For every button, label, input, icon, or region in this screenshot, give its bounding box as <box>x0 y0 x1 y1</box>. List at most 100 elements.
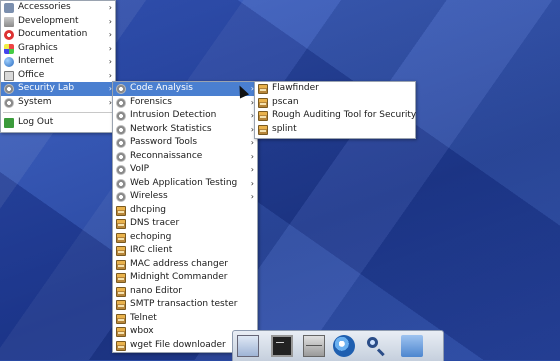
package-icon <box>116 327 126 337</box>
package-icon <box>116 205 126 216</box>
folder-icon[interactable] <box>401 335 423 357</box>
folder-gear-icon <box>116 192 126 202</box>
submenu-item-label: Midnight Commander <box>130 272 228 282</box>
submenu-item-nano-editor[interactable]: nano Editor <box>113 285 257 299</box>
submenu-arrow-icon: › <box>108 3 112 12</box>
submenu-item-label: Password Tools <box>130 137 198 147</box>
folder-gear-icon <box>116 178 126 189</box>
menu-item-security-lab[interactable]: Security Lab › <box>1 82 115 96</box>
menu-separator <box>3 112 113 113</box>
logout-icon <box>4 118 14 128</box>
package-icon <box>116 300 126 310</box>
menu-item-label: System <box>18 96 52 107</box>
submenu-item-label: nano Editor <box>130 285 182 296</box>
submenu-arrow-icon: › <box>108 43 112 53</box>
menu-item-system[interactable]: System › <box>1 96 115 110</box>
code-analysis-submenu: Flawfinder pscan Rough Auditing Tool for… <box>254 81 416 139</box>
submenu-item-dns-tracer[interactable]: DNS tracer <box>113 217 257 231</box>
submenu-item-wireless[interactable]: Wireless › <box>113 190 257 204</box>
submenu-item-telnet[interactable]: Telnet <box>113 312 257 326</box>
submenu-item-web-application-testing[interactable]: Web Application Testing › <box>113 177 257 191</box>
submenu-item-network-statistics[interactable]: Network Statistics › <box>113 123 257 137</box>
submenu-item-label: Code Analysis <box>130 83 193 93</box>
submenu-item-label: MAC address changer <box>130 258 228 269</box>
submenu-item-mac-address-changer[interactable]: MAC address changer <box>113 258 257 272</box>
menu-item-label: Internet <box>18 56 54 66</box>
security-lab-icon <box>4 84 14 94</box>
submenu-item-label: Telnet <box>130 312 157 323</box>
submenu-item-reconnaissance[interactable]: Reconnaissance › <box>113 150 257 164</box>
submenu-item-label: dhcping <box>130 204 166 215</box>
submenu-item-label: Intrusion Detection <box>130 110 217 120</box>
package-icon <box>116 219 126 229</box>
package-icon <box>116 313 126 324</box>
menu-item-label: Security Lab <box>18 83 75 93</box>
menu-item-internet[interactable]: Internet › <box>1 55 115 69</box>
package-icon <box>258 97 268 108</box>
submenu-item-pscan[interactable]: pscan <box>255 96 415 110</box>
folder-gear-icon <box>116 111 126 121</box>
menu-item-accessories[interactable]: Accessories › <box>1 1 115 15</box>
submenu-item-label: VoIP <box>130 164 150 174</box>
submenu-item-midnight-commander[interactable]: Midnight Commander <box>113 271 257 285</box>
submenu-item-rough-auditing-tool[interactable]: Rough Auditing Tool for Security <box>255 109 417 123</box>
submenu-item-label: Rough Auditing Tool for Security <box>272 110 417 120</box>
submenu-item-irc-client[interactable]: IRC client <box>113 244 257 258</box>
package-icon <box>116 273 126 283</box>
submenu-arrow-icon: › <box>108 57 112 66</box>
submenu-item-label: Reconnaissance <box>130 150 203 161</box>
development-icon <box>4 16 14 27</box>
submenu-item-label: wbox <box>130 326 154 336</box>
menu-item-office[interactable]: Office › <box>1 69 115 83</box>
menu-item-label: Documentation <box>18 29 88 39</box>
submenu-arrow-icon: › <box>108 70 112 80</box>
submenu-item-dhcping[interactable]: dhcping <box>113 204 257 218</box>
package-icon <box>258 111 268 121</box>
submenu-item-splint[interactable]: splint <box>255 123 415 137</box>
menu-item-graphics[interactable]: Graphics › <box>1 42 115 56</box>
menu-item-development[interactable]: Development › <box>1 15 115 29</box>
main-menu: Accessories › Development › Documentatio… <box>0 0 116 133</box>
submenu-item-label: Network Statistics <box>130 123 212 134</box>
submenu-item-echoping[interactable]: echoping <box>113 231 257 245</box>
submenu-arrow-icon: › <box>250 192 254 201</box>
package-icon <box>116 286 126 297</box>
submenu-item-label: IRC client <box>130 245 173 255</box>
folder-gear-icon <box>116 97 126 108</box>
menu-item-label: Office <box>18 69 45 80</box>
package-icon <box>116 340 126 351</box>
package-icon <box>258 84 268 94</box>
submenu-item-voip[interactable]: VoIP › <box>113 163 257 177</box>
folder-gear-icon <box>116 124 126 135</box>
submenu-item-flawfinder[interactable]: Flawfinder <box>255 82 415 96</box>
menu-item-documentation[interactable]: Documentation › <box>1 28 115 42</box>
submenu-arrow-icon: › <box>250 151 254 161</box>
submenu-item-forensics[interactable]: Forensics › <box>113 96 257 110</box>
office-icon <box>4 70 14 81</box>
package-icon <box>258 124 268 135</box>
web-browser-icon[interactable] <box>333 335 355 357</box>
submenu-item-password-tools[interactable]: Password Tools › <box>113 136 257 150</box>
folder-gear-icon <box>116 151 126 162</box>
accessories-icon <box>4 3 14 13</box>
terminal-icon[interactable] <box>271 335 293 357</box>
submenu-item-smtp-transaction-tester[interactable]: SMTP transaction tester <box>113 298 257 312</box>
submenu-item-label: splint <box>272 123 297 134</box>
file-cabinet-icon[interactable] <box>303 335 325 357</box>
menu-item-label: Log Out <box>18 117 54 127</box>
submenu-arrow-icon: › <box>108 16 112 26</box>
submenu-item-label: DNS tracer <box>130 218 180 228</box>
submenu-item-intrusion-detection[interactable]: Intrusion Detection › <box>113 109 257 123</box>
submenu-arrow-icon: › <box>250 178 254 188</box>
show-desktop-icon[interactable] <box>237 335 259 357</box>
submenu-item-label: Web Application Testing <box>130 177 238 188</box>
graphics-icon <box>4 43 14 54</box>
security-lab-submenu: Code Analysis › Forensics › Intrusion Dete… <box>112 81 258 353</box>
search-icon[interactable] <box>365 335 387 357</box>
submenu-arrow-icon: › <box>250 165 254 174</box>
submenu-item-label: wget File downloader <box>130 339 226 350</box>
bottom-launcher-bar <box>232 330 444 361</box>
menu-item-log-out[interactable]: Log Out <box>1 116 115 130</box>
submenu-item-label: pscan <box>272 96 299 107</box>
menu-item-label: Graphics <box>18 42 58 53</box>
